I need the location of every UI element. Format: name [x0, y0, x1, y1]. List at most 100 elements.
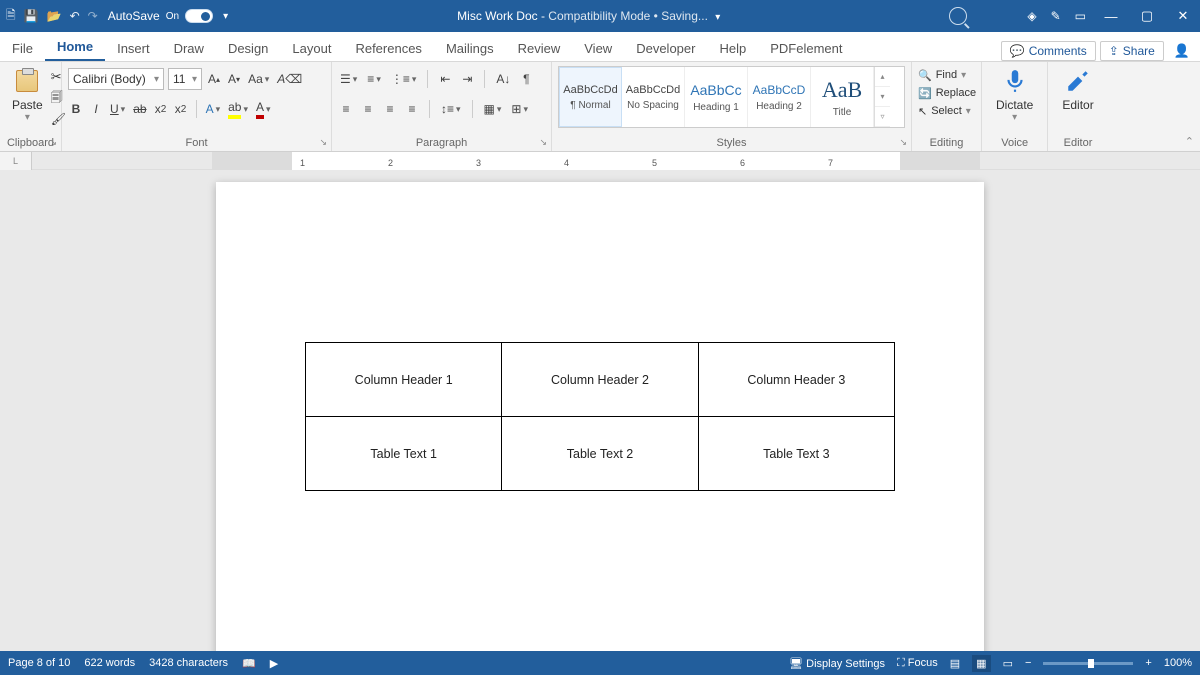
gallery-up-icon[interactable]: ▴ — [875, 67, 890, 87]
search-icon[interactable] — [949, 7, 967, 25]
tab-review[interactable]: Review — [506, 35, 573, 61]
style-heading2[interactable]: AaBbCcDHeading 2 — [748, 67, 811, 127]
italic-button[interactable]: I — [88, 98, 104, 120]
paste-button[interactable]: Paste ▾ — [6, 66, 49, 127]
multilevel-icon[interactable]: ⋮≡ — [389, 68, 419, 90]
numbering-icon[interactable]: ≡ — [365, 68, 383, 90]
tab-insert[interactable]: Insert — [105, 35, 162, 61]
font-size-combo[interactable]: 11▾ — [168, 68, 202, 90]
select-button[interactable]: ↖ Select ▾ — [918, 102, 975, 120]
zoom-out-icon[interactable]: − — [1025, 657, 1031, 669]
tab-view[interactable]: View — [572, 35, 624, 61]
display-settings[interactable]: 🖥 Display Settings — [789, 657, 885, 670]
underline-button[interactable]: U — [108, 98, 127, 120]
ribbon-display-icon[interactable]: ▭ — [1075, 9, 1086, 23]
style-nospacing[interactable]: AaBbCcDdNo Spacing — [622, 67, 685, 127]
table-cell[interactable]: Table Text 3 — [698, 417, 894, 491]
shrink-font-icon[interactable]: A▾ — [226, 68, 242, 90]
zoom-level[interactable]: 100% — [1164, 657, 1192, 669]
font-color-icon[interactable]: A — [254, 98, 273, 120]
status-macro-icon[interactable]: ▶ — [270, 657, 278, 670]
borders-icon[interactable]: ⊞ — [509, 98, 530, 120]
tab-references[interactable]: References — [343, 35, 433, 61]
outdent-icon[interactable]: ⇤ — [437, 68, 453, 90]
tab-mailings[interactable]: Mailings — [434, 35, 506, 61]
view-web-icon[interactable]: ▭ — [1003, 657, 1013, 670]
find-button[interactable]: 🔍 Find ▾ — [918, 66, 975, 84]
highlight-icon[interactable]: ab — [226, 98, 250, 120]
table-cell[interactable]: Column Header 2 — [502, 343, 698, 417]
align-center-icon[interactable]: ≡ — [360, 98, 376, 120]
zoom-slider[interactable] — [1043, 662, 1133, 665]
dictate-button[interactable]: Dictate▾ Voice — [982, 62, 1048, 151]
font-family-combo[interactable]: Calibri (Body)▾ — [68, 68, 164, 90]
table-cell[interactable]: Table Text 1 — [306, 417, 502, 491]
dialog-launcher-icon[interactable]: ↘ — [49, 137, 57, 148]
shading-icon[interactable]: ▦ — [482, 98, 504, 120]
bullets-icon[interactable]: ☰ — [338, 68, 359, 90]
status-chars[interactable]: 3428 characters — [149, 657, 228, 669]
indent-icon[interactable]: ⇥ — [459, 68, 475, 90]
view-print-icon[interactable]: ▦ — [972, 655, 990, 672]
view-read-icon[interactable]: ▤ — [950, 657, 960, 670]
tab-file[interactable]: File — [0, 35, 45, 61]
table-cell[interactable]: Column Header 3 — [698, 343, 894, 417]
bold-button[interactable]: B — [68, 98, 84, 120]
focus-mode[interactable]: ⛶ Focus — [897, 657, 938, 670]
align-left-icon[interactable]: ≡ — [338, 98, 354, 120]
minimize-button[interactable]: — — [1094, 0, 1128, 32]
tab-developer[interactable]: Developer — [624, 35, 707, 61]
status-spell-icon[interactable]: 📖 — [242, 657, 256, 670]
tab-help[interactable]: Help — [707, 35, 758, 61]
autosave-toggle[interactable]: AutoSave On — [108, 9, 213, 23]
gallery-more-icon[interactable]: ▿ — [875, 107, 890, 127]
autosave-disk-icon[interactable]: 🗎 — [6, 6, 16, 27]
justify-icon[interactable]: ≡ — [404, 98, 420, 120]
style-normal[interactable]: AaBbCcDd¶ Normal — [559, 67, 622, 127]
diamond-icon[interactable]: ◈ — [1027, 9, 1036, 23]
open-icon[interactable]: 📂 — [47, 9, 62, 23]
document-area[interactable]: Column Header 1 Column Header 2 Column H… — [0, 170, 1200, 651]
subscript-button[interactable]: x2 — [153, 98, 169, 120]
status-page[interactable]: Page 8 of 10 — [8, 657, 70, 669]
editor-button[interactable]: Editor Editor — [1048, 62, 1107, 151]
table-row[interactable]: Table Text 1 Table Text 2 Table Text 3 — [306, 417, 895, 491]
style-heading1[interactable]: AaBbCcHeading 1 — [685, 67, 748, 127]
toggle-switch-icon[interactable] — [185, 9, 213, 23]
gallery-down-icon[interactable]: ▾ — [875, 87, 890, 107]
status-words[interactable]: 622 words — [84, 657, 135, 669]
share-button[interactable]: ⇪ Share — [1100, 41, 1164, 61]
document-table[interactable]: Column Header 1 Column Header 2 Column H… — [305, 342, 895, 491]
text-effects-icon[interactable]: A — [204, 98, 223, 120]
replace-button[interactable]: 🔄 Replace — [918, 84, 975, 102]
align-right-icon[interactable]: ≡ — [382, 98, 398, 120]
collapse-ribbon-icon[interactable]: ⌃ — [1185, 135, 1194, 148]
save-icon[interactable]: 💾 — [24, 9, 39, 23]
zoom-in-icon[interactable]: + — [1145, 657, 1151, 669]
close-button[interactable]: ✕ — [1166, 0, 1200, 32]
change-case-icon[interactable]: Aa — [246, 68, 271, 90]
page[interactable]: Column Header 1 Column Header 2 Column H… — [216, 182, 984, 651]
show-marks-icon[interactable]: ¶ — [518, 68, 534, 90]
table-row[interactable]: Column Header 1 Column Header 2 Column H… — [306, 343, 895, 417]
tab-selector[interactable]: L — [0, 152, 32, 170]
tab-draw[interactable]: Draw — [162, 35, 216, 61]
grow-font-icon[interactable]: A▴ — [206, 68, 222, 90]
maximize-button[interactable]: ▢ — [1130, 0, 1164, 32]
line-spacing-icon[interactable]: ↕≡ — [439, 98, 463, 120]
redo-icon[interactable]: ↷ — [88, 9, 98, 23]
account-icon[interactable]: 👤 — [1174, 43, 1190, 59]
undo-icon[interactable]: ↶ — [70, 9, 80, 23]
tab-home[interactable]: Home — [45, 33, 105, 61]
dialog-launcher-icon[interactable]: ↘ — [319, 137, 327, 148]
tab-pdfelement[interactable]: PDFelement — [758, 35, 854, 61]
clear-format-icon[interactable]: A⌫ — [275, 68, 304, 90]
sort-icon[interactable]: A↓ — [494, 68, 512, 90]
tab-design[interactable]: Design — [216, 35, 280, 61]
comments-button[interactable]: 💬 Comments — [1001, 41, 1096, 61]
table-cell[interactable]: Table Text 2 — [502, 417, 698, 491]
table-cell[interactable]: Column Header 1 — [306, 343, 502, 417]
tab-layout[interactable]: Layout — [280, 35, 343, 61]
style-title[interactable]: AaBTitle — [811, 67, 874, 127]
strike-button[interactable]: ab — [131, 98, 148, 120]
